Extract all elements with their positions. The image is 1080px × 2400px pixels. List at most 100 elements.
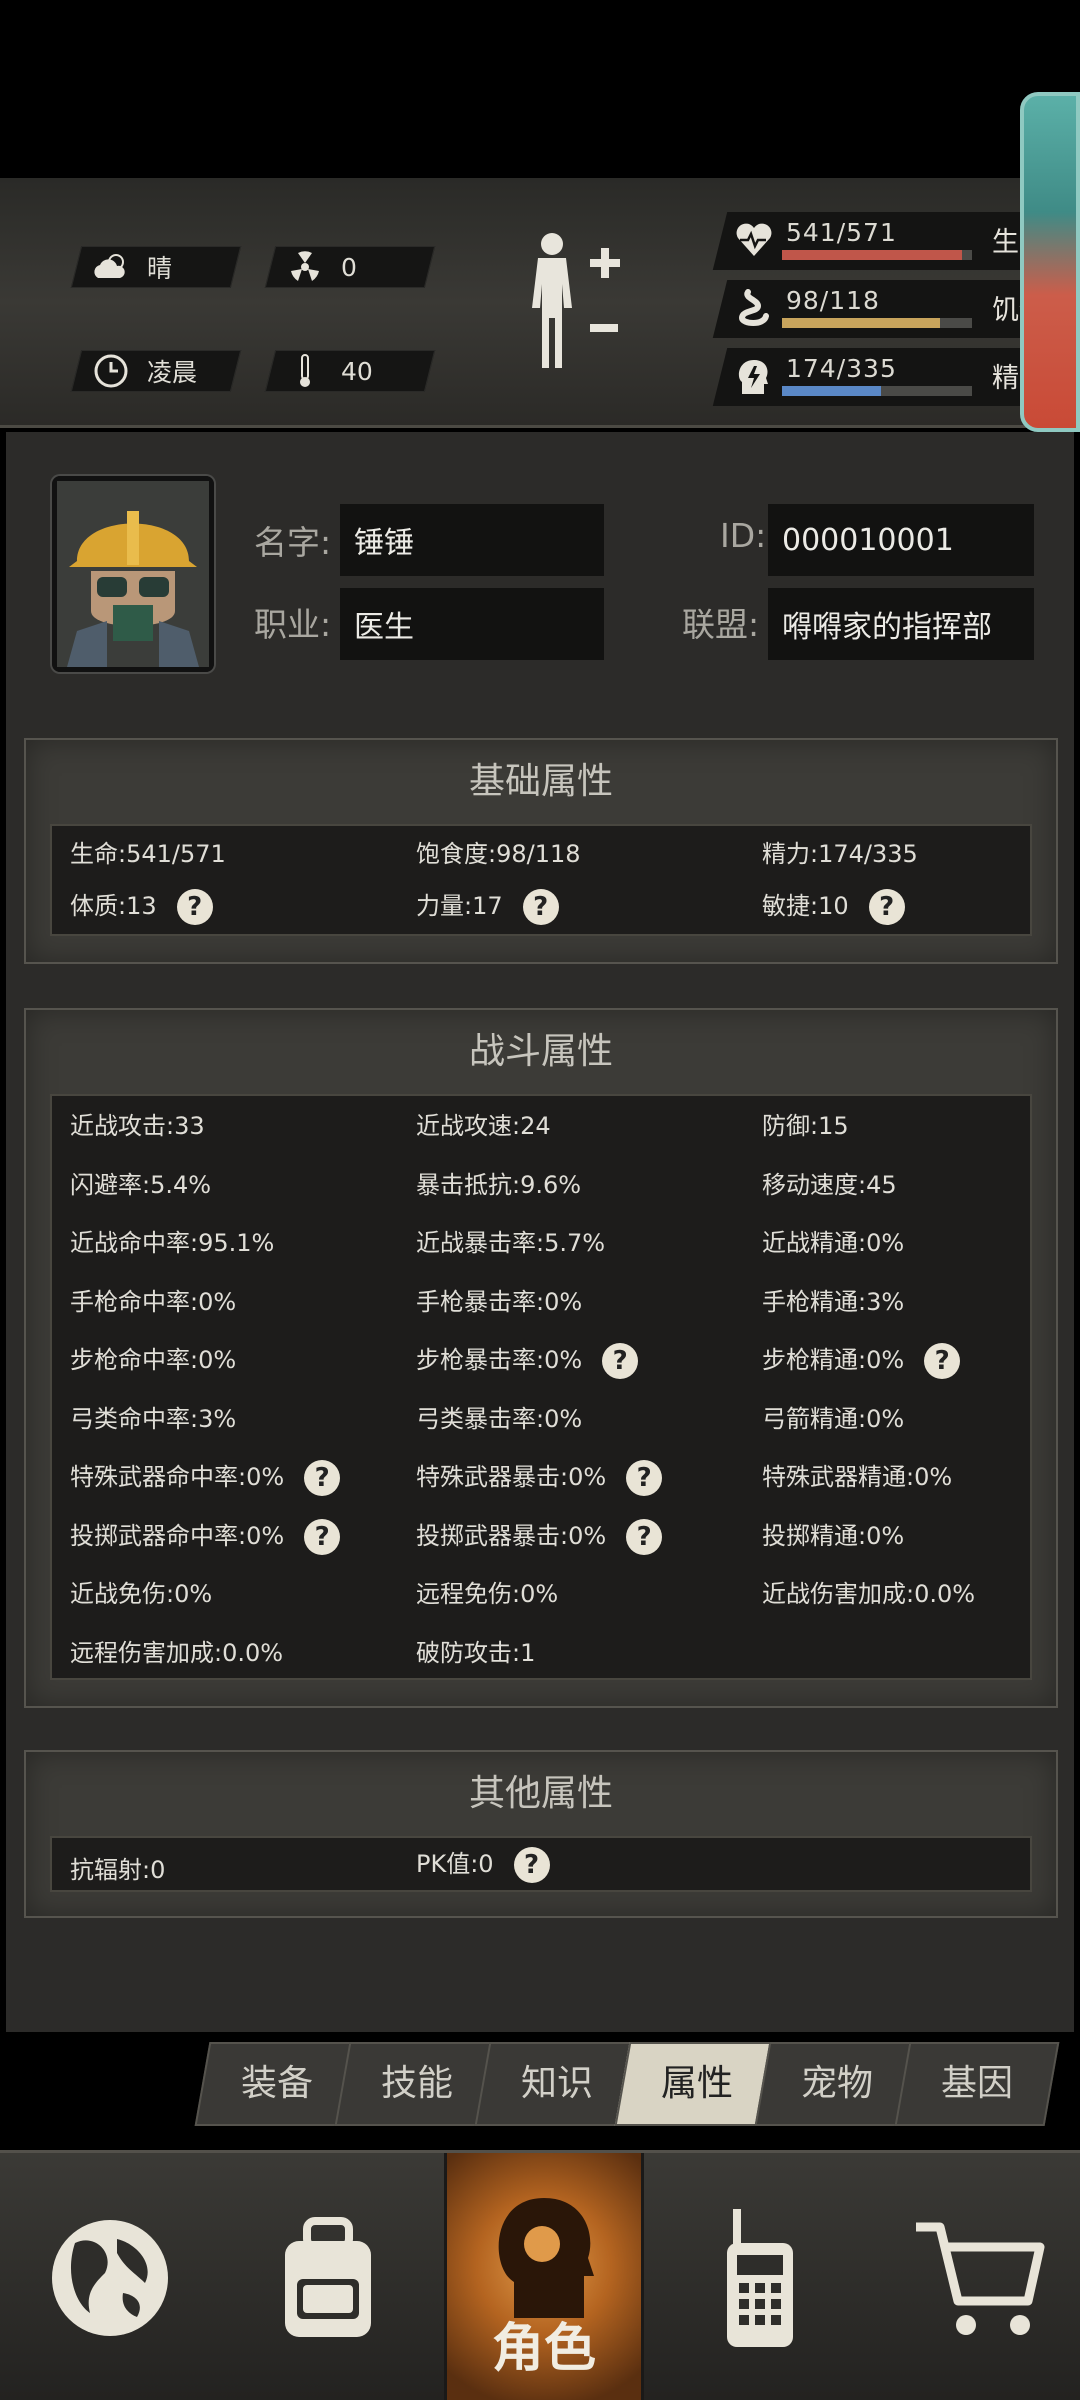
- stat-cell: 暴击抵抗:9.6%: [416, 1170, 582, 1199]
- combat-attributes-section: 战斗属性 近战攻击:33 近战攻速:24 防御:15 闪避率:5.4% 暴击抵抗:9.6…: [24, 1008, 1058, 1708]
- stat-cell: 生命:541/571: [70, 840, 226, 868]
- stat-cell: 特殊武器精通:0%: [762, 1463, 953, 1491]
- stat-cell: 步枪精通:0%?: [762, 1340, 961, 1379]
- alliance-label: 联盟:: [682, 605, 760, 644]
- help-icon[interactable]: ?: [924, 1343, 961, 1379]
- combat-attributes-title: 战斗属性: [468, 1031, 613, 1072]
- basic-attributes-grid: 生命:541/571 饱食度:98/118 精力:174/335 体质:13? …: [50, 824, 1032, 936]
- help-icon[interactable]: ?: [304, 1518, 341, 1555]
- stat-cell: 投掷精通:0%: [762, 1521, 905, 1550]
- stat-cell: 近战精通:0%: [762, 1229, 905, 1257]
- other-attributes-title: 其他属性: [468, 1773, 613, 1814]
- stomach-icon: [734, 288, 774, 328]
- name-label: 名字:: [254, 523, 332, 562]
- stat-cell: 体质:13?: [70, 886, 213, 925]
- alliance-field: 嘚嘚家的指挥部: [768, 588, 1034, 660]
- stat-cell: 特殊武器暴击:0%?: [416, 1457, 663, 1496]
- stat-cell: 手枪命中率:0%: [70, 1287, 237, 1316]
- basic-attributes-title: 基础属性: [468, 761, 613, 802]
- tab-2[interactable]: 知识: [474, 2042, 640, 2126]
- heart-icon: [734, 220, 774, 260]
- nav-shop-button[interactable]: [900, 2153, 1060, 2400]
- help-icon[interactable]: ?: [602, 1343, 639, 1379]
- help-icon[interactable]: ?: [176, 889, 213, 925]
- temperature-value: 40: [341, 356, 373, 386]
- time-chip: 凌晨: [70, 350, 242, 392]
- stat-cell: 破防攻击:1: [416, 1638, 536, 1667]
- combat-attributes-grid: 近战攻击:33 近战攻速:24 防御:15 闪避率:5.4% 暴击抵抗:9.6% 移动速度…: [50, 1094, 1032, 1680]
- nav-character-button[interactable]: 角色: [444, 2153, 644, 2400]
- radiation-chip: 0: [264, 246, 436, 288]
- stat-cell: 手枪精通:3%: [762, 1287, 905, 1316]
- stat-cell: 近战命中率:95.1%: [70, 1229, 275, 1257]
- stat-cell: 力量:17?: [416, 886, 559, 925]
- help-icon[interactable]: ?: [522, 889, 559, 925]
- stat-cell: 移动速度:45: [762, 1170, 897, 1199]
- tab-0[interactable]: 装备: [194, 2042, 360, 2126]
- globe-icon: [52, 2220, 168, 2336]
- stat-cell: 近战伤害加成:0.0%: [762, 1580, 976, 1608]
- stat-cell: 近战免伤:0%: [70, 1580, 213, 1608]
- avatar[interactable]: [52, 476, 214, 672]
- stat-cell: 近战攻击:33: [70, 1112, 205, 1140]
- id-label: ID:: [720, 516, 767, 555]
- vital-health: 541/571 生命: [712, 212, 1068, 270]
- job-field: 医生: [340, 588, 604, 660]
- stat-cell: 弓箭精通:0%: [762, 1404, 905, 1433]
- cloud-sun-icon: [91, 249, 131, 285]
- cart-icon: [916, 2222, 1045, 2335]
- tab-label: 技能: [380, 2063, 453, 2104]
- status-bar: 晴 0 凌晨 40 541/571 生命 98/118 饥饿 174/335 精…: [0, 178, 1080, 428]
- other-attributes-section: 其他属性 抗辐射:0 PK值:0?: [24, 1750, 1058, 1918]
- weather-chip: 晴: [70, 246, 242, 288]
- nav-inventory-button[interactable]: [248, 2153, 408, 2400]
- stat-cell: 步枪暴击率:0%?: [416, 1340, 639, 1379]
- tab-4[interactable]: 宠物: [754, 2042, 920, 2126]
- vital-hunger: 98/118 饥饿: [712, 280, 1068, 338]
- radiation-icon: [285, 249, 325, 285]
- bottom-nav: 角色: [0, 2150, 1080, 2400]
- stat-cell: PK值:0?: [416, 1844, 550, 1883]
- stat-cell: 近战暴击率:5.7%: [416, 1229, 606, 1257]
- tab-label: 属性: [660, 2063, 733, 2104]
- id-field: 000010001: [768, 504, 1034, 576]
- stat-cell: 弓类暴击率:0%: [416, 1404, 583, 1433]
- help-icon[interactable]: ?: [304, 1460, 341, 1496]
- stat-cell: 步枪命中率:0%: [70, 1346, 237, 1374]
- tab-label: 宠物: [800, 2063, 873, 2104]
- hunger-bar: [782, 318, 972, 328]
- body-status-icon[interactable]: [520, 228, 630, 378]
- stat-cell: 投掷武器命中率:0%?: [70, 1516, 341, 1555]
- stat-cell: 特殊武器命中率:0%?: [70, 1457, 341, 1496]
- stat-cell: 闪避率:5.4%: [70, 1170, 212, 1199]
- stat-cell: 投掷武器暴击:0%?: [416, 1516, 663, 1555]
- health-bar: [782, 250, 972, 260]
- radio-icon: [727, 2209, 793, 2347]
- stat-cell: 饱食度:98/118: [416, 840, 581, 868]
- basic-attributes-section: 基础属性 生命:541/571 饱食度:98/118 精力:174/335 体质…: [24, 738, 1058, 964]
- vital-energy: 174/335 精力: [712, 348, 1068, 406]
- tab-label: 基因: [940, 2063, 1013, 2104]
- help-icon[interactable]: ?: [513, 1847, 550, 1883]
- nav-radio-button[interactable]: [680, 2153, 840, 2400]
- nav-world-button[interactable]: [30, 2153, 190, 2400]
- weather-value: 晴: [147, 254, 173, 283]
- stat-cell: 抗辐射:0: [70, 1856, 166, 1884]
- tab-5[interactable]: 基因: [894, 2042, 1060, 2126]
- help-icon[interactable]: ?: [626, 1460, 663, 1496]
- tab-3[interactable]: 属性: [614, 2042, 780, 2126]
- help-icon[interactable]: ?: [626, 1518, 663, 1555]
- stat-cell: 手枪暴击率:0%: [416, 1287, 583, 1316]
- tab-label: 装备: [240, 2063, 313, 2104]
- stat-cell: 精力:174/335: [762, 840, 918, 868]
- tab-label: 知识: [520, 2063, 593, 2104]
- clock-icon: [91, 353, 131, 389]
- stat-cell: 远程伤害加成:0.0%: [70, 1638, 284, 1667]
- help-icon[interactable]: ?: [868, 889, 905, 925]
- time-value: 凌晨: [147, 358, 198, 387]
- other-attributes-grid: 抗辐射:0 PK值:0?: [50, 1836, 1032, 1892]
- stat-cell: 弓类命中率:3%: [70, 1404, 237, 1433]
- side-drawer-tab[interactable]: [1020, 92, 1080, 432]
- tab-1[interactable]: 技能: [334, 2042, 500, 2126]
- nav-character-label: 角色: [491, 2319, 596, 2379]
